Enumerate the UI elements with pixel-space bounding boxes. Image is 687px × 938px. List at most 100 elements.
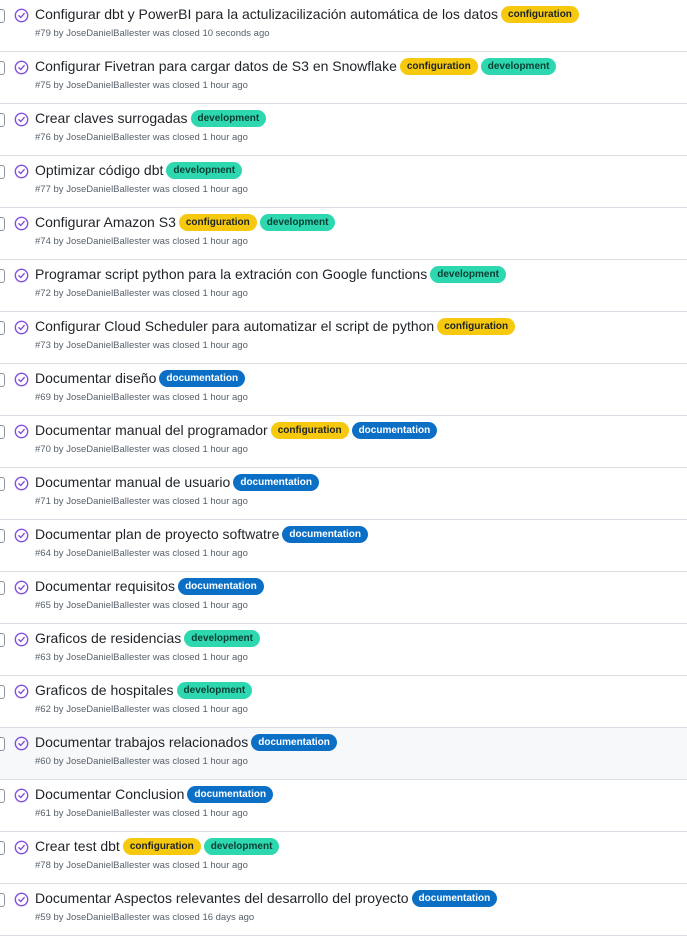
issue-row[interactable]: Crear test dbt configuration development … bbox=[0, 832, 687, 884]
label-documentation[interactable]: documentation bbox=[159, 369, 246, 387]
issue-author-link[interactable]: JoseDanielBallester bbox=[66, 340, 150, 351]
select-checkbox[interactable] bbox=[0, 217, 5, 231]
select-checkbox[interactable] bbox=[0, 633, 5, 647]
select-checkbox[interactable] bbox=[0, 841, 5, 855]
issue-row[interactable]: Documentar plan de proyecto softwatre do… bbox=[0, 520, 687, 572]
label-development[interactable]: development bbox=[203, 837, 280, 855]
issue-title-line: Configurar dbt y PowerBI para la actuliz… bbox=[35, 4, 683, 24]
label-documentation[interactable]: documentation bbox=[351, 421, 438, 439]
issue-author-link[interactable]: JoseDanielBallester bbox=[66, 756, 150, 767]
select-checkbox[interactable] bbox=[0, 269, 5, 283]
label-development[interactable]: development bbox=[166, 161, 243, 179]
issue-row[interactable]: Documentar requisitos documentation #65 … bbox=[0, 572, 687, 624]
issue-number: #64 bbox=[35, 548, 51, 559]
issue-author-link[interactable]: JoseDanielBallester bbox=[66, 392, 150, 403]
issue-row[interactable]: Crear claves surrogadas development #76 … bbox=[0, 104, 687, 156]
label-configuration[interactable]: configuration bbox=[122, 837, 201, 855]
issue-author-link[interactable]: JoseDanielBallester bbox=[66, 496, 150, 507]
label-documentation[interactable]: documentation bbox=[282, 525, 369, 543]
issue-row[interactable]: Programar script python para la extració… bbox=[0, 260, 687, 312]
issue-row[interactable]: Configurar Cloud Scheduler para automati… bbox=[0, 312, 687, 364]
issue-title-link[interactable]: Optimizar código dbt bbox=[35, 160, 163, 180]
issue-title-link[interactable]: Crear test dbt bbox=[35, 836, 120, 856]
label-configuration[interactable]: configuration bbox=[399, 57, 478, 75]
select-checkbox[interactable] bbox=[0, 581, 5, 595]
label-development[interactable]: development bbox=[190, 109, 267, 127]
label-documentation[interactable]: documentation bbox=[251, 733, 337, 751]
issue-author-link[interactable]: JoseDanielBallester bbox=[66, 548, 150, 559]
select-checkbox[interactable] bbox=[0, 737, 5, 751]
label-development[interactable]: development bbox=[176, 681, 253, 699]
issue-title-link[interactable]: Documentar Conclusion bbox=[35, 784, 184, 804]
issue-title-link[interactable]: Documentar requisitos bbox=[35, 576, 175, 596]
issue-title-link[interactable]: Configurar Fivetran para cargar datos de… bbox=[35, 56, 397, 76]
issue-author-link[interactable]: JoseDanielBallester bbox=[66, 132, 150, 143]
issue-row[interactable]: Documentar diseño documentation #69 by J… bbox=[0, 364, 687, 416]
issue-author-link[interactable]: JoseDanielBallester bbox=[66, 860, 150, 871]
issue-author-link[interactable]: JoseDanielBallester bbox=[66, 652, 150, 663]
issue-author-link[interactable]: JoseDanielBallester bbox=[66, 184, 150, 195]
select-checkbox[interactable] bbox=[0, 113, 5, 127]
issue-row[interactable]: Documentar Aspectos relevantes del desar… bbox=[0, 884, 687, 936]
issue-author-link[interactable]: JoseDanielBallester bbox=[66, 444, 150, 455]
select-checkbox[interactable] bbox=[0, 893, 5, 907]
label-configuration[interactable]: configuration bbox=[178, 213, 257, 231]
label-documentation[interactable]: documentation bbox=[233, 473, 320, 491]
issue-row[interactable]: Graficos de hospitales development #62 b… bbox=[0, 676, 687, 728]
label-configuration[interactable]: configuration bbox=[501, 5, 579, 23]
issue-closed-text: was closed bbox=[152, 860, 200, 871]
issue-row[interactable]: Optimizar código dbt development #77 by … bbox=[0, 156, 687, 208]
label-development[interactable]: development bbox=[259, 213, 336, 231]
label-documentation[interactable]: documentation bbox=[411, 889, 498, 907]
label-configuration[interactable]: configuration bbox=[270, 421, 349, 439]
issue-title-link[interactable]: Configurar dbt y PowerBI para la actuliz… bbox=[35, 4, 498, 24]
issue-row[interactable]: Configurar dbt y PowerBI para la actuliz… bbox=[0, 0, 687, 52]
issue-author-link[interactable]: JoseDanielBallester bbox=[66, 808, 150, 819]
issue-author-link[interactable]: JoseDanielBallester bbox=[66, 288, 150, 299]
issue-title-link[interactable]: Documentar diseño bbox=[35, 368, 156, 388]
issue-title-link[interactable]: Crear claves surrogadas bbox=[35, 108, 188, 128]
issue-author-link[interactable]: JoseDanielBallester bbox=[66, 236, 150, 247]
select-checkbox[interactable] bbox=[0, 685, 5, 699]
issue-row[interactable]: Documentar manual del programador config… bbox=[0, 416, 687, 468]
issue-title-link[interactable]: Configurar Cloud Scheduler para automati… bbox=[35, 316, 434, 336]
select-checkbox[interactable] bbox=[0, 9, 5, 23]
issue-by: by bbox=[53, 288, 64, 299]
issue-title-link[interactable]: Documentar Aspectos relevantes del desar… bbox=[35, 888, 409, 908]
select-checkbox[interactable] bbox=[0, 165, 5, 179]
issue-row[interactable]: Configurar Amazon S3 configuration develo… bbox=[0, 208, 687, 260]
select-checkbox[interactable] bbox=[0, 477, 5, 491]
label-documentation[interactable]: documentation bbox=[187, 785, 274, 803]
select-checkbox[interactable] bbox=[0, 61, 5, 75]
issue-author-link[interactable]: JoseDanielBallester bbox=[66, 600, 150, 611]
issue-closed-text: was closed bbox=[152, 652, 200, 663]
issue-author-link[interactable]: JoseDanielBallester bbox=[66, 28, 150, 39]
issue-row[interactable]: Documentar Conclusion documentation #61 … bbox=[0, 780, 687, 832]
issue-row[interactable]: Documentar trabajos relacionados documen… bbox=[0, 728, 687, 780]
issue-title-link[interactable]: Graficos de hospitales bbox=[35, 680, 174, 700]
issue-title-link[interactable]: Programar script python para la extració… bbox=[35, 264, 427, 284]
select-checkbox[interactable] bbox=[0, 373, 5, 387]
select-checkbox[interactable] bbox=[0, 425, 5, 439]
issue-title-link[interactable]: Graficos de residencias bbox=[35, 628, 181, 648]
label-development[interactable]: development bbox=[184, 629, 260, 647]
issue-title-link[interactable]: Configurar Amazon S3 bbox=[35, 212, 176, 232]
label-development[interactable]: development bbox=[480, 57, 557, 75]
issue-row[interactable]: Configurar Fivetran para cargar datos de… bbox=[0, 52, 687, 104]
label-documentation[interactable]: documentation bbox=[178, 577, 264, 595]
issue-title-link[interactable]: Documentar plan de proyecto softwatre bbox=[35, 524, 279, 544]
label-configuration[interactable]: configuration bbox=[437, 317, 516, 335]
issue-author-link[interactable]: JoseDanielBallester bbox=[66, 912, 150, 923]
label-development[interactable]: development bbox=[430, 265, 506, 283]
issue-title-link[interactable]: Documentar manual del programador bbox=[35, 420, 268, 440]
issue-author-link[interactable]: JoseDanielBallester bbox=[66, 80, 150, 91]
issue-row[interactable]: Documentar manual de usuario documentati… bbox=[0, 468, 687, 520]
issue-author-link[interactable]: JoseDanielBallester bbox=[66, 704, 150, 715]
issue-time: 1 hour ago bbox=[202, 132, 248, 143]
issue-title-link[interactable]: Documentar manual de usuario bbox=[35, 472, 230, 492]
issue-row[interactable]: Graficos de residencias development #63 … bbox=[0, 624, 687, 676]
select-checkbox[interactable] bbox=[0, 321, 5, 335]
issue-title-link[interactable]: Documentar trabajos relacionados bbox=[35, 732, 248, 752]
select-checkbox[interactable] bbox=[0, 529, 5, 543]
select-checkbox[interactable] bbox=[0, 789, 5, 803]
